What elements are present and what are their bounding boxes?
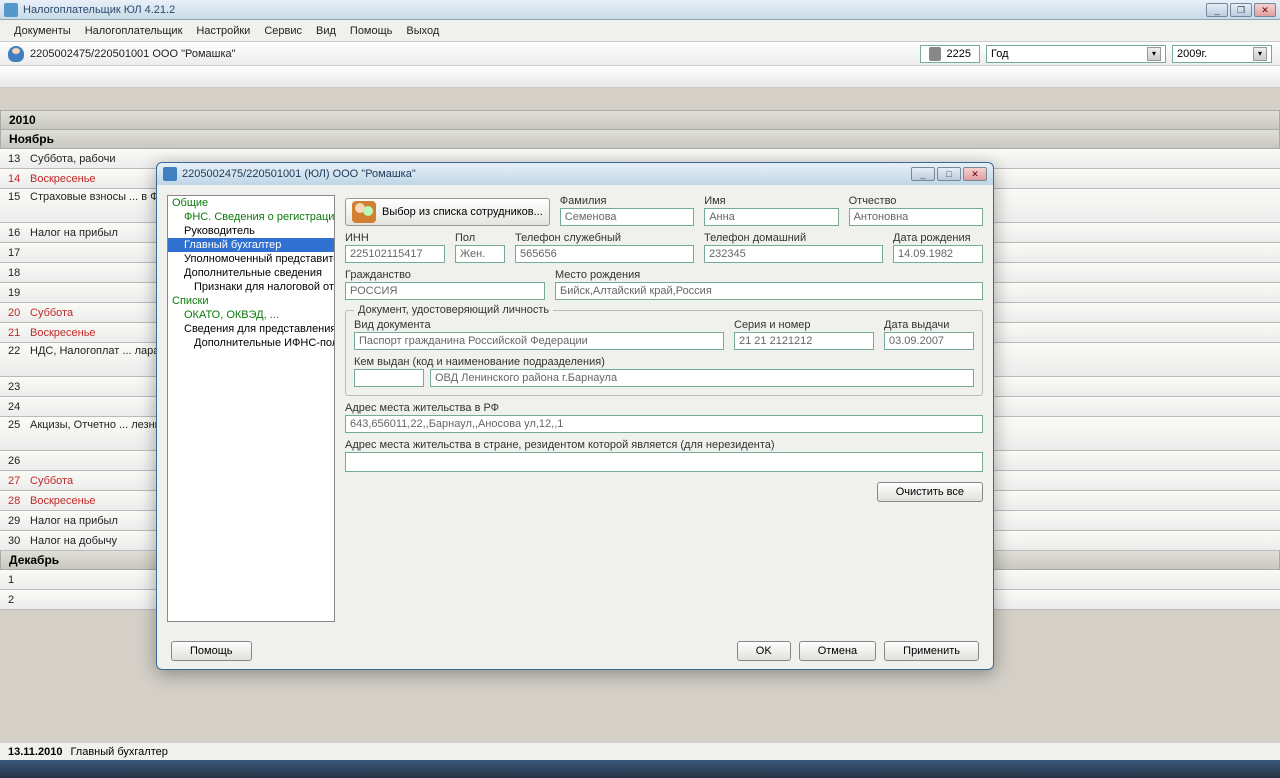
birthplace-input[interactable]: Бийск,Алтайский край,Россия bbox=[555, 282, 983, 300]
dialog-icon bbox=[163, 167, 177, 181]
dialog-maximize-button[interactable]: □ bbox=[937, 167, 961, 181]
tree-extra[interactable]: Дополнительные сведения bbox=[168, 266, 334, 280]
menu-service[interactable]: Сервис bbox=[258, 23, 308, 39]
db-icon bbox=[929, 47, 941, 61]
app-icon bbox=[4, 3, 18, 17]
month-header: Ноябрь bbox=[0, 130, 1280, 149]
menu-view[interactable]: Вид bbox=[310, 23, 342, 39]
tree-dop[interactable]: Дополнительные ИФНС-пол bbox=[168, 336, 334, 350]
menu-settings[interactable]: Настройки bbox=[190, 23, 256, 39]
patronymic-input[interactable]: Антоновна bbox=[849, 208, 983, 226]
clear-all-button[interactable]: Очистить все bbox=[877, 482, 983, 502]
tree-okato[interactable]: ОКАТО, ОКВЭД, ... bbox=[168, 308, 334, 322]
nav-tree[interactable]: Общие ФНС. Сведения о регистрации Руково… bbox=[167, 195, 335, 622]
toolbar-spacer bbox=[0, 66, 1280, 88]
user-icon bbox=[8, 46, 24, 62]
dialog-minimize-button[interactable]: _ bbox=[911, 167, 935, 181]
close-button[interactable]: ✕ bbox=[1254, 3, 1276, 17]
name-input[interactable]: Анна bbox=[704, 208, 838, 226]
status-bar: 13.11.2010 Главный бухгалтер bbox=[0, 742, 1280, 760]
surname-input[interactable]: Семенова bbox=[560, 208, 694, 226]
citizenship-input[interactable]: РОССИЯ bbox=[345, 282, 545, 300]
minimize-button[interactable]: _ bbox=[1206, 3, 1228, 17]
menu-exit[interactable]: Выход bbox=[400, 23, 445, 39]
sex-input[interactable]: Жен. bbox=[455, 245, 505, 263]
tree-general[interactable]: Общие bbox=[168, 196, 334, 210]
ok-button[interactable]: OK bbox=[737, 641, 791, 661]
tree-signs[interactable]: Признаки для налоговой отч bbox=[168, 280, 334, 294]
inn-input[interactable]: 225102115417 bbox=[345, 245, 445, 263]
identity-doc-fieldset: Документ, удостоверяющий личность Вид до… bbox=[345, 310, 983, 396]
os-taskbar bbox=[0, 760, 1280, 778]
dialog-titlebar: 2205002475/220501001 (ЮЛ) ООО "Ромашка" … bbox=[157, 163, 993, 185]
choose-employee-button[interactable]: Выбор из списка сотрудников... bbox=[345, 198, 550, 226]
address-nonresident-input[interactable] bbox=[345, 452, 983, 472]
ifns-code[interactable]: 2225 bbox=[920, 45, 980, 63]
chevron-down-icon: ▾ bbox=[1253, 47, 1267, 61]
tree-head[interactable]: Руководитель bbox=[168, 224, 334, 238]
accountant-dialog: 2205002475/220501001 (ЮЛ) ООО "Ромашка" … bbox=[156, 162, 994, 670]
tree-sved[interactable]: Сведения для представления в bbox=[168, 322, 334, 336]
menu-bar: Документы Налогоплательщик Настройки Сер… bbox=[0, 20, 1280, 42]
doc-date-input[interactable]: 03.09.2007 bbox=[884, 332, 974, 350]
apply-button[interactable]: Применить bbox=[884, 641, 979, 661]
home-phone-input[interactable]: 232345 bbox=[704, 245, 883, 263]
menu-taxpayer[interactable]: Налогоплательщик bbox=[79, 23, 189, 39]
doc-type-input[interactable]: Паспорт гражданина Российской Федерации bbox=[354, 332, 724, 350]
form-panel: Выбор из списка сотрудников... ФамилияСе… bbox=[345, 195, 983, 622]
address-rf-input[interactable]: 643,656011,22,,Барнаул,,Аносова ул,12,,1 bbox=[345, 415, 983, 433]
work-phone-input[interactable]: 565656 bbox=[515, 245, 694, 263]
dialog-close-button[interactable]: ✕ bbox=[963, 167, 987, 181]
doc-number-input[interactable]: 21 21 2121212 bbox=[734, 332, 874, 350]
org-label: 2205002475/220501001 ООО "Ромашка" bbox=[30, 48, 914, 60]
year-select[interactable]: 2009г. ▾ bbox=[1172, 45, 1272, 63]
dialog-title: 2205002475/220501001 (ЮЛ) ООО "Ромашка" bbox=[182, 168, 911, 180]
tree-lists[interactable]: Списки bbox=[168, 294, 334, 308]
menu-documents[interactable]: Документы bbox=[8, 23, 77, 39]
birthdate-input[interactable]: 14.09.1982 bbox=[893, 245, 983, 263]
restore-button[interactable]: ❐ bbox=[1230, 3, 1252, 17]
issuer-code-input[interactable] bbox=[354, 369, 424, 387]
tree-chief-accountant[interactable]: Главный бухгалтер bbox=[168, 238, 334, 252]
info-bar: 2205002475/220501001 ООО "Ромашка" 2225 … bbox=[0, 42, 1280, 66]
year-header: 2010 bbox=[0, 110, 1280, 130]
people-icon bbox=[352, 201, 376, 223]
menu-help[interactable]: Помощь bbox=[344, 23, 399, 39]
cancel-button[interactable]: Отмена bbox=[799, 641, 876, 661]
issuer-name-input[interactable]: ОВД Ленинского района г.Барнаула bbox=[430, 369, 974, 387]
app-title: Налогоплательщик ЮЛ 4.21.2 bbox=[23, 4, 1206, 16]
dialog-footer: Помощь OK Отмена Применить bbox=[157, 632, 993, 669]
chevron-down-icon: ▾ bbox=[1147, 47, 1161, 61]
main-titlebar: Налогоплательщик ЮЛ 4.21.2 _ ❐ ✕ bbox=[0, 0, 1280, 20]
help-button[interactable]: Помощь bbox=[171, 641, 252, 661]
status-date: 13.11.2010 bbox=[8, 746, 62, 758]
tree-representative[interactable]: Уполномоченный представител bbox=[168, 252, 334, 266]
period-select[interactable]: Год ▾ bbox=[986, 45, 1166, 63]
status-role: Главный бухгалтер bbox=[70, 746, 167, 758]
tree-fns[interactable]: ФНС. Сведения о регистрации bbox=[168, 210, 334, 224]
